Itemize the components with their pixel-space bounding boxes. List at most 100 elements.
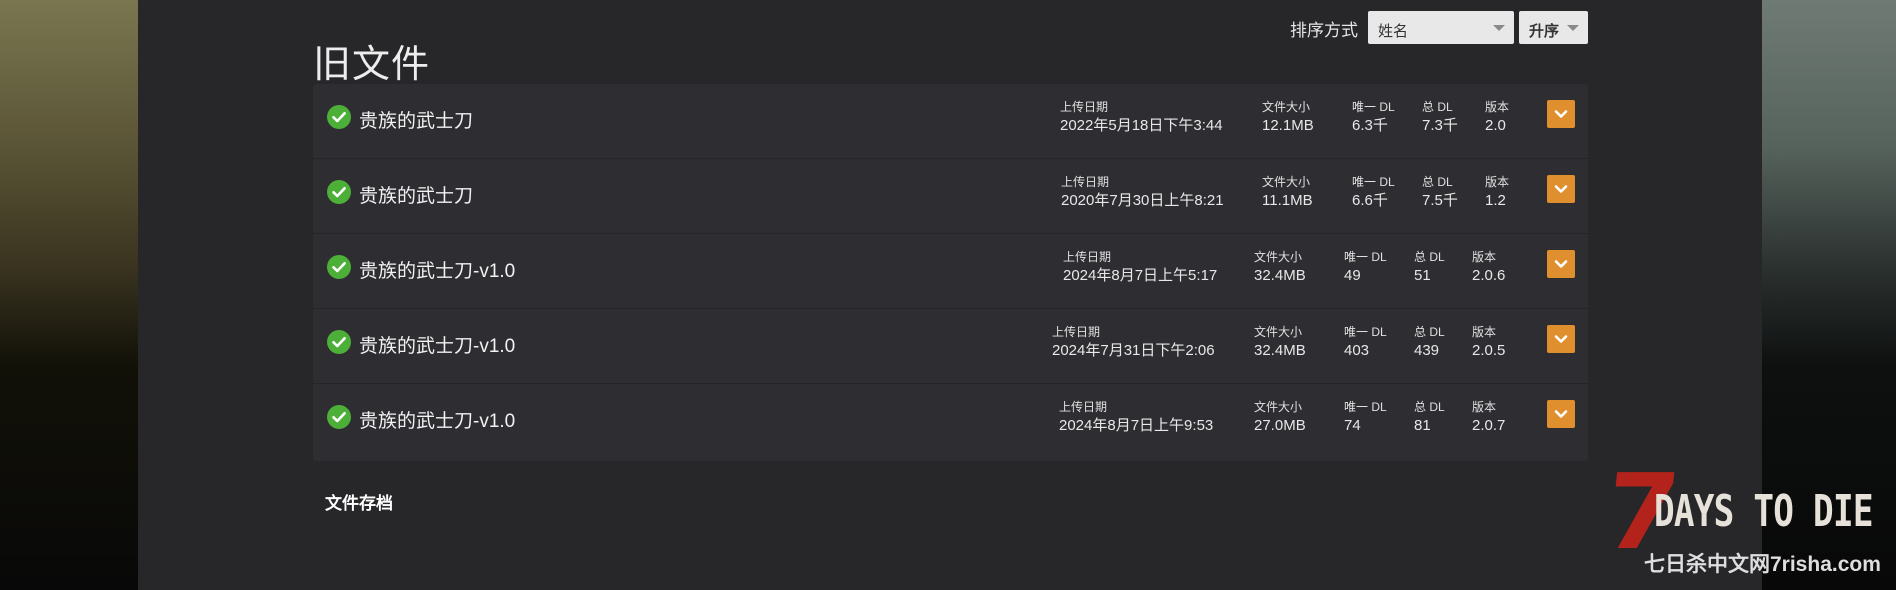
file-row: 贵族的武士刀-v1.0 上传日期 2024年8月7日上午5:17 文件大小 32.4… (313, 234, 1588, 309)
file-size: 文件大小 12.1MB (1262, 100, 1314, 137)
page-title: 旧文件 (313, 44, 431, 87)
version: 版本 2.0 (1485, 100, 1509, 137)
total-dl: 总 DL 7.5千 (1422, 175, 1458, 212)
version-label: 版本 (1472, 325, 1497, 339)
file-size: 文件大小 27.0MB (1254, 400, 1306, 437)
file-row: 贵族的武士刀-v1.0 上传日期 2024年7月31日下午2:06 文件大小 32.… (313, 309, 1588, 384)
upload-date-value: 2020年7月30日上午8:21 (1061, 192, 1224, 209)
total-dl-value: 81 (1414, 417, 1431, 434)
total-dl: 总 DL 7.3千 (1422, 100, 1458, 137)
unique-dl: 唯一 DL 74 (1344, 400, 1387, 437)
upload-date-value: 2024年8月7日上午5:17 (1063, 267, 1218, 284)
file-size: 文件大小 32.4MB (1254, 325, 1306, 362)
file-size-value: 27.0MB (1254, 417, 1306, 434)
file-size: 文件大小 32.4MB (1254, 250, 1306, 287)
total-dl: 总 DL 81 (1414, 400, 1445, 437)
unique-dl: 唯一 DL 49 (1344, 250, 1387, 287)
total-dl-value: 51 (1414, 267, 1431, 284)
version-label: 版本 (1472, 400, 1497, 414)
version-value: 2.0.7 (1472, 417, 1506, 434)
file-row: 贵族的武士刀 上传日期 2022年5月18日下午3:44 文件大小 12.1MB 唯… (313, 84, 1588, 159)
upload-date: 上传日期 2024年7月31日下午2:06 (1052, 325, 1215, 362)
unique-dl-value: 403 (1344, 342, 1370, 359)
upload-date: 上传日期 2024年8月7日上午5:17 (1063, 250, 1217, 287)
unique-dl-value: 49 (1344, 267, 1361, 284)
version: 版本 2.0.6 (1472, 250, 1505, 287)
unique-dl-label: 唯一 DL (1344, 250, 1387, 264)
sort-order-select[interactable]: 升序 (1519, 11, 1588, 44)
upload-date: 上传日期 2022年5月18日下午3:44 (1060, 100, 1223, 137)
upload-date-value: 2024年8月7日上午9:53 (1059, 417, 1214, 434)
unique-dl-label: 唯一 DL (1352, 175, 1395, 189)
total-dl-label: 总 DL (1414, 400, 1445, 414)
upload-date-label: 上传日期 (1052, 325, 1101, 339)
unique-dl: 唯一 DL 6.3千 (1352, 100, 1395, 137)
unique-dl-label: 唯一 DL (1344, 400, 1387, 414)
file-row: 贵族的武士刀 上传日期 2020年7月30日上午8:21 文件大小 11.1MB 唯… (313, 159, 1588, 234)
version: 版本 1.2 (1485, 175, 1509, 212)
check-circle-icon (327, 180, 351, 204)
caret-down-icon (1493, 25, 1505, 31)
total-dl: 总 DL 51 (1414, 250, 1445, 287)
upload-date: 上传日期 2020年7月30日上午8:21 (1061, 175, 1224, 212)
caret-down-icon (1567, 25, 1579, 31)
file-size-label: 文件大小 (1254, 250, 1303, 264)
file-size-value: 32.4MB (1254, 342, 1306, 359)
unique-dl-label: 唯一 DL (1352, 100, 1395, 114)
logo-subtitle: 七日杀中文网7risha.com (1644, 553, 1881, 576)
unique-dl-label: 唯一 DL (1344, 325, 1387, 339)
chevron-down-icon (1554, 260, 1568, 268)
file-list: 贵族的武士刀 上传日期 2022年5月18日下午3:44 文件大小 12.1MB 唯… (313, 84, 1588, 461)
upload-date-label: 上传日期 (1061, 175, 1110, 189)
upload-date: 上传日期 2024年8月7日上午9:53 (1059, 400, 1213, 437)
file-name[interactable]: 贵族的武士刀 (359, 181, 473, 208)
file-name[interactable]: 贵族的武士刀-v1.0 (359, 406, 515, 433)
file-size: 文件大小 11.1MB (1262, 175, 1313, 212)
file-size-label: 文件大小 (1262, 100, 1311, 114)
version: 版本 2.0.7 (1472, 400, 1505, 437)
chevron-down-icon (1554, 110, 1568, 118)
download-button[interactable] (1547, 325, 1575, 353)
file-row: 贵族的武士刀-v1.0 上传日期 2024年8月7日上午9:53 文件大小 27.0… (313, 384, 1588, 459)
logo-title: DAYS TO DIE (1654, 486, 1873, 537)
file-size-value: 32.4MB (1254, 267, 1306, 284)
upload-date-value: 2022年5月18日下午3:44 (1060, 117, 1223, 134)
download-button[interactable] (1547, 100, 1575, 128)
version-label: 版本 (1485, 175, 1510, 189)
sort-by-select[interactable]: 姓名 (1368, 11, 1514, 44)
chevron-down-icon (1554, 185, 1568, 193)
total-dl-value: 7.3千 (1422, 117, 1458, 134)
file-archive-link[interactable]: 文件存档 (325, 489, 393, 514)
check-circle-icon (327, 255, 351, 279)
file-size-label: 文件大小 (1254, 325, 1303, 339)
unique-dl-value: 74 (1344, 417, 1361, 434)
check-circle-icon (327, 105, 351, 129)
file-size-value: 12.1MB (1262, 117, 1314, 134)
total-dl-value: 439 (1414, 342, 1440, 359)
version-value: 2.0 (1485, 117, 1506, 134)
file-size-label: 文件大小 (1262, 175, 1311, 189)
download-button[interactable] (1547, 250, 1575, 278)
chevron-down-icon (1554, 410, 1568, 418)
download-button[interactable] (1547, 175, 1575, 203)
file-name[interactable]: 贵族的武士刀-v1.0 (359, 256, 515, 283)
upload-date-label: 上传日期 (1059, 400, 1108, 414)
sort-order-value: 升序 (1529, 23, 1560, 40)
total-dl-label: 总 DL (1422, 100, 1453, 114)
total-dl-label: 总 DL (1414, 325, 1445, 339)
total-dl-label: 总 DL (1422, 175, 1453, 189)
version-value: 2.0.6 (1472, 267, 1506, 284)
file-name[interactable]: 贵族的武士刀-v1.0 (359, 331, 515, 358)
version-label: 版本 (1485, 100, 1510, 114)
version-value: 1.2 (1485, 192, 1506, 209)
version-label: 版本 (1472, 250, 1497, 264)
chevron-down-icon (1554, 335, 1568, 343)
upload-date-value: 2024年7月31日下午2:06 (1052, 342, 1215, 359)
file-name[interactable]: 贵族的武士刀 (359, 106, 473, 133)
unique-dl: 唯一 DL 6.6千 (1352, 175, 1395, 212)
sort-by-value: 姓名 (1378, 23, 1409, 40)
download-button[interactable] (1547, 400, 1575, 428)
total-dl: 总 DL 439 (1414, 325, 1445, 362)
file-size-label: 文件大小 (1254, 400, 1303, 414)
upload-date-label: 上传日期 (1063, 250, 1112, 264)
